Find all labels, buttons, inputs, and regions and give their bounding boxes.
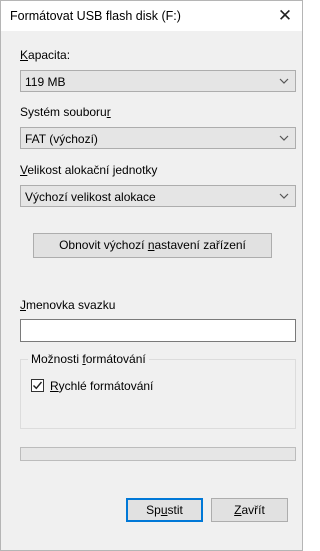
quick-format-label[interactable]: Rychlé formátování	[50, 379, 153, 393]
filesystem-label-mnemonic: r	[106, 105, 111, 119]
close-label-mnemonic: Z	[234, 503, 242, 517]
allocation-label: Velikost alokační jednotky	[20, 163, 157, 177]
capacity-dropdown[interactable]: 119 MB	[20, 70, 296, 92]
window-title: Formátovat USB flash disk (F:)	[10, 9, 181, 23]
restore-defaults-button[interactable]: Obnovit výchozí nastavení zařízení	[33, 233, 272, 258]
allocation-value: Výchozí velikost alokace	[25, 190, 156, 204]
restore-label-mnemonic: n	[147, 238, 155, 252]
chevron-down-icon	[279, 78, 289, 84]
format-options-title-pre: Možnosti	[31, 352, 83, 366]
filesystem-label-pre: Systém souboru	[20, 105, 107, 119]
close-button[interactable]: Zavřít	[211, 498, 288, 522]
allocation-label-text: elikost alokační jednotky	[27, 163, 158, 177]
format-options-title: Možnosti formátování	[28, 352, 149, 366]
restore-label-post: astavení zařízení	[154, 238, 246, 252]
filesystem-label: Systém souborur	[20, 105, 111, 119]
quick-format-checkbox[interactable]	[31, 379, 44, 392]
capacity-label-mnemonic: K	[20, 48, 29, 62]
close-icon[interactable]: ✕	[268, 1, 302, 31]
start-label-mnemonic: u	[160, 503, 168, 517]
start-label-post: stit	[167, 503, 183, 517]
start-label-pre: Sp	[146, 503, 161, 517]
volume-label-label: Jmenovka svazku	[20, 298, 115, 312]
filesystem-value: FAT (výchozí)	[25, 132, 98, 146]
quick-format-mnemonic: R	[50, 379, 59, 393]
title-bar: Formátovat USB flash disk (F:) ✕	[1, 1, 302, 31]
capacity-label-text: apacita:	[28, 48, 71, 62]
close-label-text: avřít	[241, 503, 265, 517]
format-progress-bar	[20, 447, 296, 461]
capacity-label: Kapacita:	[20, 48, 70, 62]
restore-label-pre: Obnovit výchozí	[59, 238, 148, 252]
capacity-value: 119 MB	[25, 75, 66, 89]
checkmark-icon	[33, 381, 43, 390]
quick-format-text: ychlé formátování	[58, 379, 154, 393]
volume-label-text: menovka svazku	[26, 298, 116, 312]
volume-label-input[interactable]	[20, 319, 296, 342]
filesystem-dropdown[interactable]: FAT (výchozí)	[20, 127, 296, 149]
chevron-down-icon	[279, 135, 289, 141]
format-options-group	[20, 359, 296, 429]
allocation-dropdown[interactable]: Výchozí velikost alokace	[20, 185, 296, 207]
start-button[interactable]: Spustit	[126, 498, 203, 522]
format-options-title-post: ormátování	[85, 352, 146, 366]
format-dialog: Formátovat USB flash disk (F:) ✕ Kapacit…	[0, 0, 303, 551]
chevron-down-icon	[279, 193, 289, 199]
